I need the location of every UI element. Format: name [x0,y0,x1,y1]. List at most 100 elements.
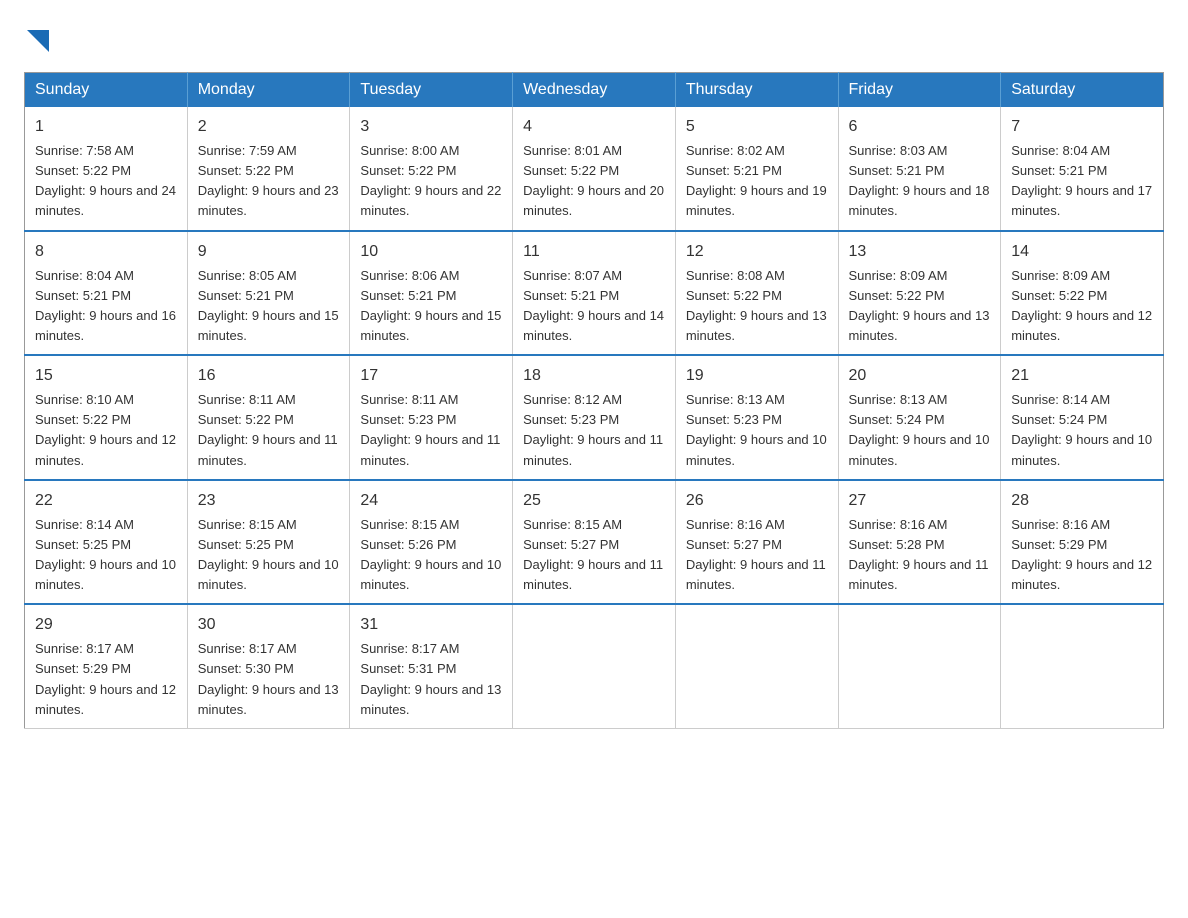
day-number: 2 [198,115,340,139]
day-info: Sunrise: 8:17 AMSunset: 5:29 PMDaylight:… [35,641,176,716]
day-info: Sunrise: 8:11 AMSunset: 5:22 PMDaylight:… [198,392,338,467]
calendar-cell: 14 Sunrise: 8:09 AMSunset: 5:22 PMDayligh… [1001,231,1164,356]
day-number: 11 [523,240,665,264]
day-info: Sunrise: 8:07 AMSunset: 5:21 PMDaylight:… [523,268,664,343]
calendar-cell: 8 Sunrise: 8:04 AMSunset: 5:21 PMDaylight… [25,231,188,356]
day-number: 24 [360,489,502,513]
day-number: 25 [523,489,665,513]
calendar-cell: 31 Sunrise: 8:17 AMSunset: 5:31 PMDayligh… [350,604,513,728]
day-info: Sunrise: 8:15 AMSunset: 5:26 PMDaylight:… [360,517,501,592]
day-number: 23 [198,489,340,513]
calendar-week-row: 22 Sunrise: 8:14 AMSunset: 5:25 PMDayligh… [25,480,1164,605]
day-info: Sunrise: 8:01 AMSunset: 5:22 PMDaylight:… [523,143,664,218]
day-info: Sunrise: 8:11 AMSunset: 5:23 PMDaylight:… [360,392,500,467]
day-number: 18 [523,364,665,388]
calendar-cell [675,604,838,728]
day-info: Sunrise: 8:16 AMSunset: 5:29 PMDaylight:… [1011,517,1152,592]
day-info: Sunrise: 7:58 AMSunset: 5:22 PMDaylight:… [35,143,176,218]
day-number: 12 [686,240,828,264]
day-number: 9 [198,240,340,264]
page-header [24,24,1164,56]
weekday-header-wednesday: Wednesday [513,73,676,108]
day-info: Sunrise: 8:03 AMSunset: 5:21 PMDaylight:… [849,143,990,218]
calendar-week-row: 29 Sunrise: 8:17 AMSunset: 5:29 PMDayligh… [25,604,1164,728]
day-info: Sunrise: 8:15 AMSunset: 5:27 PMDaylight:… [523,517,663,592]
day-info: Sunrise: 8:05 AMSunset: 5:21 PMDaylight:… [198,268,339,343]
day-number: 14 [1011,240,1153,264]
day-number: 6 [849,115,991,139]
weekday-header-row: SundayMondayTuesdayWednesdayThursdayFrid… [25,73,1164,108]
day-info: Sunrise: 7:59 AMSunset: 5:22 PMDaylight:… [198,143,339,218]
calendar-header: SundayMondayTuesdayWednesdayThursdayFrid… [25,73,1164,108]
weekday-header-saturday: Saturday [1001,73,1164,108]
calendar-cell: 4 Sunrise: 8:01 AMSunset: 5:22 PMDaylight… [513,107,676,231]
day-number: 5 [686,115,828,139]
day-number: 20 [849,364,991,388]
day-info: Sunrise: 8:09 AMSunset: 5:22 PMDaylight:… [1011,268,1152,343]
weekday-header-tuesday: Tuesday [350,73,513,108]
weekday-header-sunday: Sunday [25,73,188,108]
day-number: 4 [523,115,665,139]
calendar-week-row: 8 Sunrise: 8:04 AMSunset: 5:21 PMDaylight… [25,231,1164,356]
day-number: 21 [1011,364,1153,388]
calendar-cell: 18 Sunrise: 8:12 AMSunset: 5:23 PMDayligh… [513,355,676,480]
day-info: Sunrise: 8:16 AMSunset: 5:28 PMDaylight:… [849,517,989,592]
day-info: Sunrise: 8:12 AMSunset: 5:23 PMDaylight:… [523,392,663,467]
calendar-cell: 21 Sunrise: 8:14 AMSunset: 5:24 PMDayligh… [1001,355,1164,480]
day-info: Sunrise: 8:06 AMSunset: 5:21 PMDaylight:… [360,268,501,343]
calendar-cell: 24 Sunrise: 8:15 AMSunset: 5:26 PMDayligh… [350,480,513,605]
day-number: 15 [35,364,177,388]
day-info: Sunrise: 8:17 AMSunset: 5:30 PMDaylight:… [198,641,339,716]
calendar-cell: 26Sunrise: 8:16 AMSunset: 5:27 PMDayligh… [675,480,838,605]
calendar-cell: 7Sunrise: 8:04 AMSunset: 5:21 PMDaylight… [1001,107,1164,231]
day-number: 8 [35,240,177,264]
calendar-body: 1 Sunrise: 7:58 AMSunset: 5:22 PMDaylight… [25,107,1164,728]
calendar-cell: 13Sunrise: 8:09 AMSunset: 5:22 PMDayligh… [838,231,1001,356]
calendar-cell: 23 Sunrise: 8:15 AMSunset: 5:25 PMDayligh… [187,480,350,605]
calendar-cell: 20 Sunrise: 8:13 AMSunset: 5:24 PMDayligh… [838,355,1001,480]
day-info: Sunrise: 8:17 AMSunset: 5:31 PMDaylight:… [360,641,501,716]
day-number: 1 [35,115,177,139]
calendar-cell: 9 Sunrise: 8:05 AMSunset: 5:21 PMDaylight… [187,231,350,356]
day-info: Sunrise: 8:00 AMSunset: 5:22 PMDaylight:… [360,143,501,218]
day-number: 13 [849,240,991,264]
calendar-week-row: 15 Sunrise: 8:10 AMSunset: 5:22 PMDayligh… [25,355,1164,480]
logo [24,24,49,56]
calendar-cell [1001,604,1164,728]
day-info: Sunrise: 8:14 AMSunset: 5:25 PMDaylight:… [35,517,176,592]
logo-triangle-icon [27,30,49,52]
day-number: 26 [686,489,828,513]
calendar-cell: 29 Sunrise: 8:17 AMSunset: 5:29 PMDayligh… [25,604,188,728]
day-info: Sunrise: 8:08 AMSunset: 5:22 PMDaylight:… [686,268,827,343]
day-info: Sunrise: 8:15 AMSunset: 5:25 PMDaylight:… [198,517,339,592]
day-number: 29 [35,613,177,637]
calendar-cell: 16 Sunrise: 8:11 AMSunset: 5:22 PMDayligh… [187,355,350,480]
weekday-header-monday: Monday [187,73,350,108]
day-number: 27 [849,489,991,513]
calendar-cell: 15 Sunrise: 8:10 AMSunset: 5:22 PMDayligh… [25,355,188,480]
calendar-table: SundayMondayTuesdayWednesdayThursdayFrid… [24,72,1164,729]
calendar-cell: 25 Sunrise: 8:15 AMSunset: 5:27 PMDayligh… [513,480,676,605]
day-info: Sunrise: 8:14 AMSunset: 5:24 PMDaylight:… [1011,392,1152,467]
day-info: Sunrise: 8:04 AMSunset: 5:21 PMDaylight:… [35,268,176,343]
day-number: 7 [1011,115,1153,139]
calendar-week-row: 1 Sunrise: 7:58 AMSunset: 5:22 PMDaylight… [25,107,1164,231]
calendar-cell: 27 Sunrise: 8:16 AMSunset: 5:28 PMDayligh… [838,480,1001,605]
day-number: 19 [686,364,828,388]
day-number: 22 [35,489,177,513]
calendar-cell [513,604,676,728]
calendar-cell: 2 Sunrise: 7:59 AMSunset: 5:22 PMDaylight… [187,107,350,231]
calendar-cell: 3Sunrise: 8:00 AMSunset: 5:22 PMDaylight… [350,107,513,231]
calendar-cell: 10 Sunrise: 8:06 AMSunset: 5:21 PMDayligh… [350,231,513,356]
day-number: 16 [198,364,340,388]
calendar-cell: 6 Sunrise: 8:03 AMSunset: 5:21 PMDaylight… [838,107,1001,231]
calendar-cell: 1 Sunrise: 7:58 AMSunset: 5:22 PMDaylight… [25,107,188,231]
day-info: Sunrise: 8:13 AMSunset: 5:24 PMDaylight:… [849,392,990,467]
day-number: 10 [360,240,502,264]
calendar-cell: 22 Sunrise: 8:14 AMSunset: 5:25 PMDayligh… [25,480,188,605]
calendar-cell [838,604,1001,728]
day-info: Sunrise: 8:02 AMSunset: 5:21 PMDaylight:… [686,143,827,218]
day-number: 31 [360,613,502,637]
day-info: Sunrise: 8:10 AMSunset: 5:22 PMDaylight:… [35,392,176,467]
calendar-cell: 19Sunrise: 8:13 AMSunset: 5:23 PMDayligh… [675,355,838,480]
